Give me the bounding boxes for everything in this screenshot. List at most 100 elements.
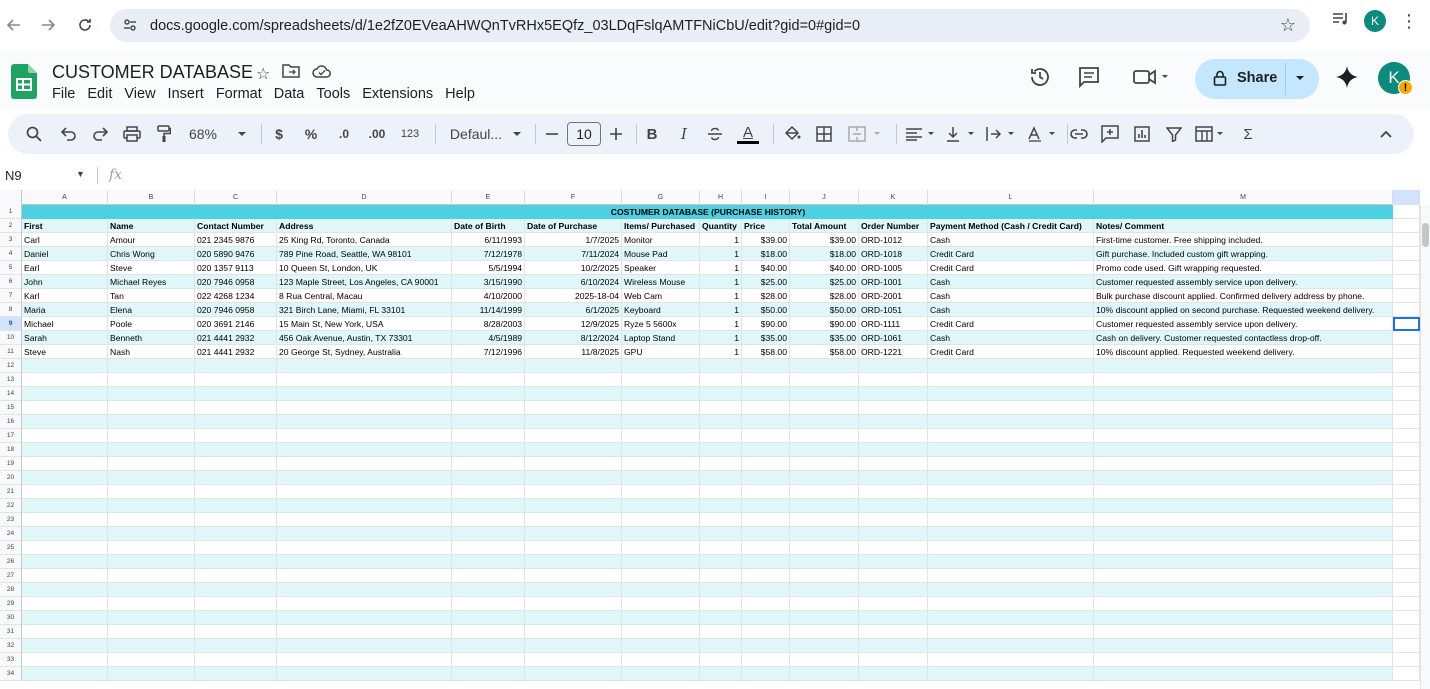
- grid-cell[interactable]: [525, 401, 622, 415]
- grid-cell[interactable]: 021 4441 2932: [195, 345, 277, 359]
- increase-font-size-icon[interactable]: [608, 114, 624, 154]
- grid-cell[interactable]: [1393, 387, 1420, 401]
- grid-cell[interactable]: [195, 583, 277, 597]
- grid-cell[interactable]: [790, 653, 859, 667]
- grid-cell[interactable]: [195, 569, 277, 583]
- column-header-g[interactable]: G: [622, 190, 700, 205]
- column-header-j[interactable]: J: [790, 190, 859, 205]
- grid-cell[interactable]: [1094, 555, 1393, 569]
- decrease-decimal-button[interactable]: .0: [334, 114, 354, 154]
- grid-cell[interactable]: $28.00: [790, 289, 859, 303]
- grid-cell[interactable]: [525, 667, 622, 681]
- reload-icon[interactable]: [71, 11, 99, 39]
- grid-cell[interactable]: [1094, 653, 1393, 667]
- grid-cell[interactable]: [1393, 527, 1420, 541]
- grid-cell[interactable]: 8/28/2003: [452, 317, 525, 331]
- grid-cell[interactable]: [277, 597, 452, 611]
- name-box-dropdown-icon[interactable]: ▼: [76, 169, 85, 179]
- grid-cell[interactable]: [742, 555, 790, 569]
- grid-cell[interactable]: [525, 611, 622, 625]
- grid-cell[interactable]: Ryze 5 5600x: [622, 317, 700, 331]
- grid-cell[interactable]: 3/15/1990: [452, 275, 525, 289]
- grid-cell[interactable]: [195, 471, 277, 485]
- row-header[interactable]: 3: [0, 233, 22, 247]
- font-size-input[interactable]: 10: [567, 122, 601, 146]
- grid-cell[interactable]: [277, 611, 452, 625]
- row-header[interactable]: 1: [0, 205, 22, 219]
- grid-cell[interactable]: [622, 471, 700, 485]
- grid-cell[interactable]: 7/12/1996: [452, 345, 525, 359]
- horizontal-align-icon[interactable]: [904, 114, 940, 154]
- grid-cell[interactable]: [195, 527, 277, 541]
- grid-cell[interactable]: [859, 597, 928, 611]
- grid-cell[interactable]: [277, 373, 452, 387]
- grid-cell[interactable]: [1393, 499, 1420, 513]
- grid-cell[interactable]: [700, 583, 742, 597]
- grid-cell[interactable]: [452, 499, 525, 513]
- grid-cell[interactable]: [700, 653, 742, 667]
- header-cell[interactable]: Price: [742, 219, 790, 233]
- grid-cell[interactable]: [790, 639, 859, 653]
- grid-cell[interactable]: Tan: [108, 289, 195, 303]
- row-header[interactable]: 32: [0, 639, 22, 653]
- grid-cell[interactable]: [700, 611, 742, 625]
- menu-tools[interactable]: Tools: [310, 86, 356, 102]
- grid-cell[interactable]: [1094, 359, 1393, 373]
- grid-cell[interactable]: Web Cam: [622, 289, 700, 303]
- grid-cell[interactable]: [108, 611, 195, 625]
- grid-cell[interactable]: $58.00: [742, 345, 790, 359]
- grid-cell[interactable]: [859, 639, 928, 653]
- grid-cell[interactable]: [859, 471, 928, 485]
- grid-cell[interactable]: [525, 387, 622, 401]
- grid-cell[interactable]: [859, 527, 928, 541]
- grid-cell[interactable]: 020 7946 0958: [195, 275, 277, 289]
- grid-cell[interactable]: 789 Pine Road, Seattle, WA 98101: [277, 247, 452, 261]
- grid-cell[interactable]: [700, 569, 742, 583]
- grid-cell[interactable]: [928, 373, 1094, 387]
- grid-cell[interactable]: [622, 429, 700, 443]
- grid-cell[interactable]: [859, 667, 928, 681]
- grid-cell[interactable]: [790, 667, 859, 681]
- grid-cell[interactable]: [700, 625, 742, 639]
- grid-cell[interactable]: [195, 541, 277, 555]
- grid-cell[interactable]: 456 Oak Avenue, Austin, TX 73301: [277, 331, 452, 345]
- grid-cell[interactable]: ORD-1005: [859, 261, 928, 275]
- grid-cell[interactable]: [195, 639, 277, 653]
- browser-profile-avatar[interactable]: K: [1364, 10, 1386, 32]
- grid-cell[interactable]: $39.00: [742, 233, 790, 247]
- grid-cell[interactable]: [1094, 583, 1393, 597]
- grid-cell[interactable]: 20 George St, Sydney, Australia: [277, 345, 452, 359]
- grid-cell[interactable]: [525, 429, 622, 443]
- grid-cell[interactable]: [742, 611, 790, 625]
- menu-edit[interactable]: Edit: [81, 86, 118, 102]
- grid-cell[interactable]: [1094, 597, 1393, 611]
- grid-cell[interactable]: [525, 555, 622, 569]
- grid-cell[interactable]: $35.00: [790, 331, 859, 345]
- grid-cell[interactable]: Michael Reyes: [108, 275, 195, 289]
- grid-cell[interactable]: [22, 415, 108, 429]
- grid-cell[interactable]: [195, 415, 277, 429]
- grid-cell[interactable]: [790, 359, 859, 373]
- grid-cell[interactable]: Maria: [22, 303, 108, 317]
- grid-cell[interactable]: [790, 457, 859, 471]
- grid-cell[interactable]: [108, 541, 195, 555]
- grid-cell[interactable]: [790, 429, 859, 443]
- grid-cell[interactable]: [622, 625, 700, 639]
- grid-cell[interactable]: [195, 373, 277, 387]
- grid-cell[interactable]: ORD-1221: [859, 345, 928, 359]
- header-cell[interactable]: Contact Number: [195, 219, 277, 233]
- grid-cell[interactable]: [622, 513, 700, 527]
- cloud-status-icon[interactable]: [312, 64, 332, 84]
- grid-cell[interactable]: [700, 597, 742, 611]
- font-dropdown-icon[interactable]: [511, 114, 523, 154]
- more-formats-button[interactable]: 123: [399, 114, 421, 154]
- insert-link-icon[interactable]: [1069, 114, 1089, 154]
- grid-cell[interactable]: [859, 387, 928, 401]
- grid-cell[interactable]: [742, 373, 790, 387]
- grid-cell[interactable]: [22, 625, 108, 639]
- grid-cell[interactable]: [108, 485, 195, 499]
- grid-cell[interactable]: [742, 401, 790, 415]
- grid-cell[interactable]: Laptop Stand: [622, 331, 700, 345]
- grid-cell[interactable]: [700, 639, 742, 653]
- grid-cell[interactable]: Credit Card: [928, 317, 1094, 331]
